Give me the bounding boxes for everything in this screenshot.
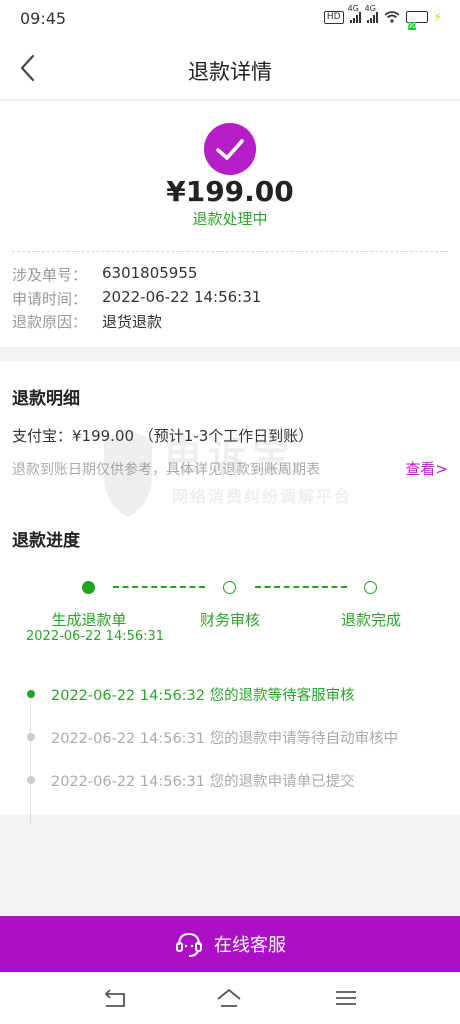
page-title: 退款详情 bbox=[188, 60, 272, 84]
online-service-button[interactable]: 在线客服 bbox=[0, 916, 460, 972]
step-dot-done bbox=[82, 581, 95, 594]
step-dot-pending bbox=[364, 581, 377, 594]
status-time: 09:45 bbox=[20, 9, 67, 28]
payment-line: 支付宝：¥199.00 （预计1-3个工作日到账） bbox=[12, 427, 314, 445]
check-icon bbox=[204, 123, 256, 175]
timeline-dot bbox=[27, 690, 35, 698]
timeline-item: 2022-06-22 14:56:32 您的退款等待客服审核 bbox=[51, 688, 355, 704]
step-connector bbox=[255, 586, 347, 588]
section-title-progress: 退款进度 bbox=[12, 531, 80, 551]
signal-icon: 4G bbox=[348, 4, 361, 23]
step-dot-pending bbox=[223, 581, 236, 594]
menu-nav-icon[interactable] bbox=[333, 986, 359, 1010]
info-value: 6301805955 bbox=[102, 264, 198, 282]
timeline-item: 2022-06-22 14:56:31 您的退款申请等待自动审核中 bbox=[51, 731, 399, 747]
arrival-note: 退款到账日期仅供参考，具体详见退款到账周期表 bbox=[12, 462, 320, 478]
section-title-detail: 退款明细 bbox=[12, 389, 80, 409]
view-period-link[interactable]: 查看> bbox=[405, 458, 448, 479]
refund-detail-card: 退款明细 支付宝：¥199.00 （预计1-3个工作日到账） 退款到账日期仅供参… bbox=[0, 361, 460, 511]
step-connector bbox=[113, 586, 205, 588]
info-label: 申请时间： bbox=[12, 290, 88, 308]
info-value: 退货退款 bbox=[102, 313, 163, 331]
hd-icon: HD bbox=[323, 10, 344, 24]
status-icons: HD 4G 4G 90 ⚡ bbox=[323, 4, 442, 30]
timeline-line bbox=[30, 689, 31, 825]
signal-icon: 4G bbox=[365, 4, 378, 23]
status-bar: 09:45 HD 4G 4G 90 ⚡ bbox=[0, 0, 460, 36]
system-nav-bar bbox=[0, 972, 460, 1024]
online-service-label: 在线客服 bbox=[214, 935, 286, 956]
info-row-order: 涉及单号： 6301805955 bbox=[12, 264, 197, 285]
step-label-complete: 退款完成 bbox=[340, 611, 401, 629]
headset-icon bbox=[176, 932, 202, 957]
timeline-dot bbox=[27, 776, 35, 784]
battery-icon: 90 bbox=[405, 11, 428, 30]
refund-status: 退款处理中 bbox=[192, 210, 268, 228]
wifi-icon bbox=[384, 11, 400, 23]
step-time-created: 2022-06-22 14:56:31 bbox=[26, 629, 165, 644]
info-label: 退款原因： bbox=[12, 313, 88, 331]
refund-amount: ¥199.00 bbox=[166, 175, 294, 208]
refund-summary-card: ¥199.00 退款处理中 涉及单号： 6301805955 申请时间： 202… bbox=[0, 101, 460, 347]
step-label-created: 生成退款单 bbox=[51, 611, 127, 629]
refund-progress-card: 退款进度 生成退款单 财务审核 退款完成 2022-06-22 14:56:31… bbox=[0, 511, 460, 825]
step-label-review: 财务审核 bbox=[199, 611, 260, 629]
info-row-reason: 退款原因： 退货退款 bbox=[12, 311, 162, 332]
page-header: 退款详情 bbox=[0, 36, 460, 100]
info-value: 2022-06-22 14:56:31 bbox=[102, 288, 262, 306]
info-label: 涉及单号： bbox=[12, 266, 88, 284]
timeline-dot bbox=[27, 733, 35, 741]
back-nav-icon[interactable] bbox=[102, 986, 128, 1010]
charging-icon: ⚡ bbox=[433, 10, 442, 24]
info-row-time: 申请时间： 2022-06-22 14:56:31 bbox=[12, 288, 261, 309]
divider bbox=[12, 251, 448, 252]
home-nav-icon[interactable] bbox=[216, 986, 242, 1010]
timeline-item: 2022-06-22 14:56:31 您的退款申请单已提交 bbox=[51, 774, 355, 790]
